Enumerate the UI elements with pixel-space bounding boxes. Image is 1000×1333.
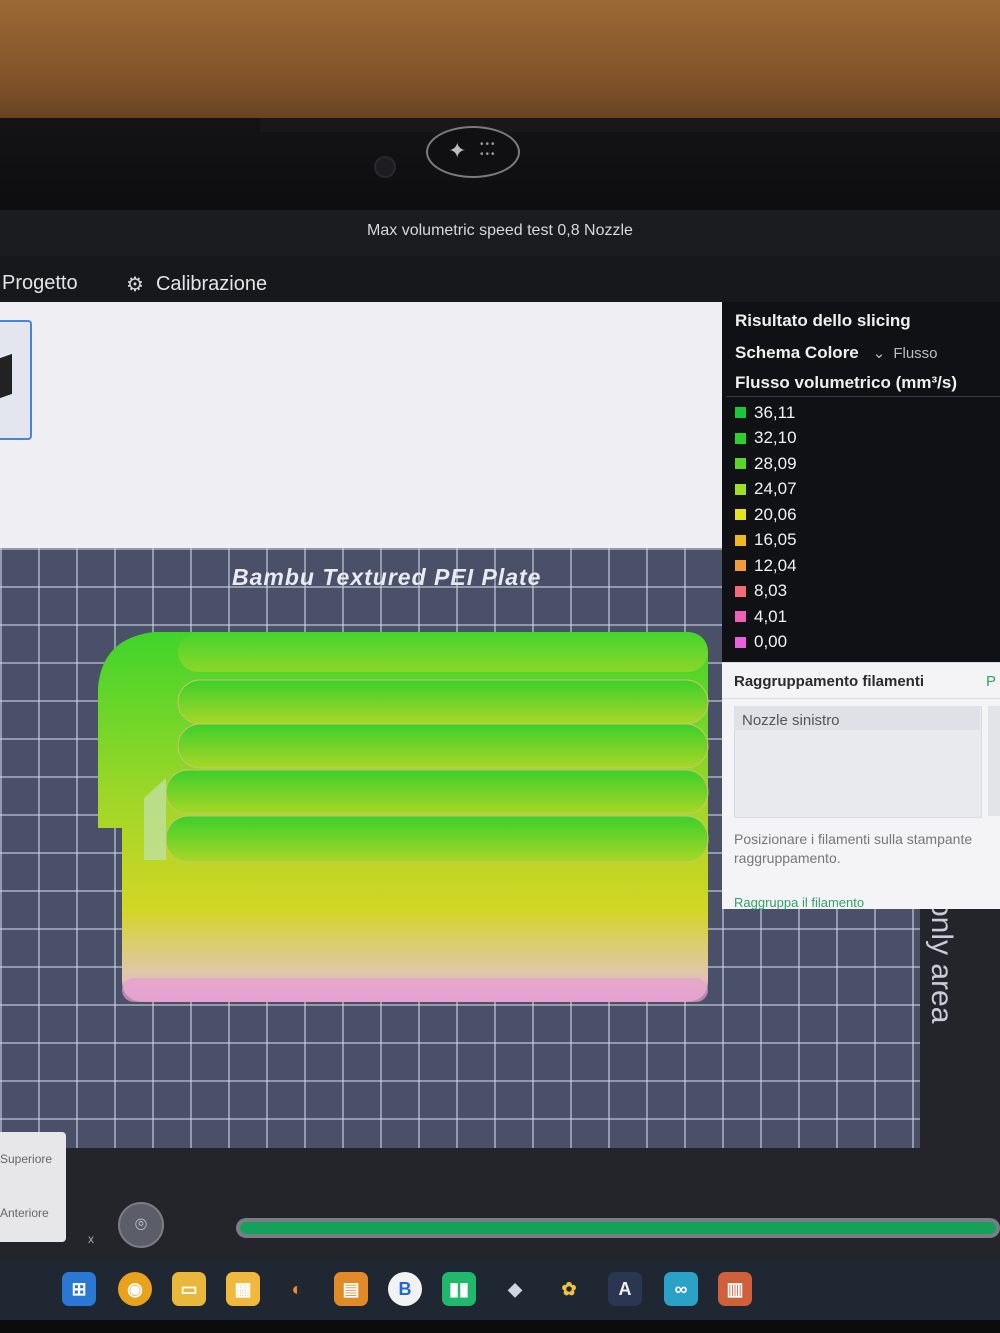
thumbnail-object-icon (0, 353, 12, 399)
model-rib-3 (165, 769, 709, 815)
file-explorer-icon[interactable]: ▭ (172, 1272, 206, 1306)
legend-value: 32,10 (754, 428, 797, 448)
left-nozzle-label: Nozzle sinistro (742, 712, 840, 729)
windows-start-icon[interactable]: ⊞ (62, 1272, 96, 1306)
legend-row: 8,03 (735, 579, 797, 605)
legend-value: 20,06 (754, 504, 797, 524)
legend-value: 8,03 (754, 581, 788, 601)
legend-swatch (735, 636, 746, 648)
panel-divider (726, 396, 1000, 397)
menu-calibration[interactable]: ⚙ Calibrazione (126, 272, 267, 297)
plate-label: Bambu Textured PEI Plate (232, 564, 542, 590)
color-scheme-value: Flusso (893, 344, 938, 362)
legend-row: 0,00 (735, 630, 797, 656)
blender-icon[interactable]: ◐ (280, 1272, 314, 1306)
legend-value: 4,01 (754, 606, 788, 626)
legend-row: 20,06 (735, 502, 797, 528)
model-top-rib (178, 632, 708, 672)
model-rib-2 (177, 723, 709, 769)
view-front-label[interactable]: Anteriore (0, 1206, 49, 1220)
plate-side-text: only area (925, 900, 958, 1024)
gear-icon: ⚙ (126, 274, 144, 296)
app-icon-diamond[interactable]: ◆ (498, 1272, 532, 1306)
camera-icon: ⌾ (135, 1213, 147, 1236)
group-filament-link[interactable]: Raggruppa il filamento (734, 895, 864, 910)
legend-row: 16,05 (735, 528, 797, 554)
description-line-2: raggruppamento. (734, 850, 841, 866)
legend-swatch (735, 560, 746, 572)
legend-value: 28,09 (754, 453, 797, 473)
monitor-bezel-top (260, 118, 1000, 132)
app-icon-orange[interactable]: ▤ (334, 1272, 368, 1306)
legend-value: 0,00 (754, 632, 788, 652)
color-scheme-label: Schema Colore (735, 343, 859, 362)
app-icon-palm[interactable]: ✿ (552, 1272, 586, 1306)
legend-value: 12,04 (754, 555, 797, 575)
model-rib-1 (177, 679, 709, 725)
app-icon-a[interactable]: A (608, 1272, 642, 1306)
model-base-edge (122, 978, 708, 1002)
legend-row: 24,07 (735, 477, 797, 503)
legend-row: 12,04 (735, 553, 797, 579)
legend-swatch (735, 483, 746, 495)
legend-row: 36,11 (735, 400, 797, 426)
view-top-label[interactable]: Superiore (0, 1152, 52, 1166)
window-title: Max volumetric speed test 0,8 Nozzle (367, 222, 633, 239)
legend-swatch (735, 509, 746, 521)
sliced-model[interactable] (94, 628, 714, 1008)
flow-legend-title: Flusso volumetrico (mm³/s) (735, 373, 957, 392)
legend-row: 4,01 (735, 604, 797, 630)
legend-swatch (735, 534, 746, 546)
legend-value: 36,11 (754, 402, 796, 422)
preview-background (0, 302, 722, 548)
menu-project[interactable]: Progetto (2, 272, 78, 295)
logo-dots-icon: ••• ••• (480, 139, 497, 160)
filament-grouping-description: Posizionare i filamenti sulla stampante … (734, 830, 1000, 868)
legend-swatch (735, 458, 746, 470)
star-logo-icon: ✦ (448, 138, 467, 163)
model-rib-4 (165, 815, 709, 863)
chevron-down-icon: ⌄ (872, 345, 886, 362)
view-cube[interactable] (0, 1132, 66, 1242)
camera-reset-button[interactable]: ⌾ (118, 1202, 164, 1248)
right-nozzle-box[interactable] (988, 706, 1000, 816)
color-scheme-dropdown[interactable]: ⌄ Flusso (872, 344, 938, 363)
color-scheme-row[interactable]: Schema Colore ⌄ Flusso (735, 343, 938, 363)
filament-grouping-title: Raggruppamento filamenti (734, 673, 925, 690)
legend-swatch (735, 611, 746, 623)
legend-swatch (735, 407, 746, 419)
legend-swatch (735, 432, 746, 444)
monitor-logo: ✦ ••• ••• (426, 126, 520, 178)
screen-bottom-edge (0, 1320, 1000, 1333)
app-icon-red[interactable]: ▥ (718, 1272, 752, 1306)
menu-calibration-label: Calibrazione (155, 273, 268, 295)
filament-panel-divider (722, 698, 1000, 699)
chrome-icon[interactable]: ◉ (118, 1272, 152, 1306)
webcam (374, 156, 396, 178)
store-icon[interactable]: ▦ (226, 1272, 260, 1306)
slicing-result-title: Risultato dello slicing (735, 311, 911, 330)
description-line-1: Posizionare i filamenti sulla stampante (734, 831, 973, 847)
legend-row: 32,10 (735, 426, 797, 452)
legend-value: 16,05 (754, 530, 797, 550)
bambu-studio-icon[interactable]: ▮▮ (442, 1272, 476, 1306)
legend-row: 28,09 (735, 451, 797, 477)
bambu-app-icon[interactable]: B (388, 1272, 422, 1306)
flow-legend: 36,11 32,10 28,09 24,07 20,06 16,05 12,04 8,03 4… (735, 400, 797, 655)
legend-swatch (735, 585, 746, 597)
app-icon-infinity[interactable]: ∞ (664, 1272, 698, 1306)
layer-slider-fill[interactable] (240, 1222, 996, 1234)
legend-value: 24,07 (754, 479, 797, 499)
filament-panel-tab[interactable]: P (986, 673, 996, 690)
view-close[interactable]: x (88, 1232, 94, 1246)
